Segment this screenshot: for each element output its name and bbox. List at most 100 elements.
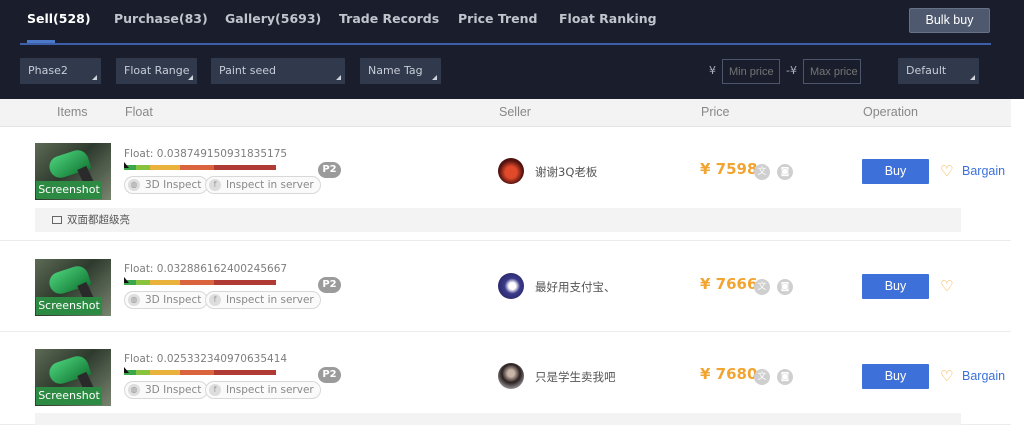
exchange-icon[interactable]: 文 [754, 164, 770, 180]
screenshot-badge[interactable]: Screenshot [36, 297, 102, 315]
table-header: Items Float Seller Price Operation [0, 99, 1011, 127]
top-navigation: Sell(528) Purchase(83) Gallery(5693) Tra… [0, 0, 1024, 45]
item-thumbnail[interactable]: Screenshot [35, 259, 111, 316]
price: ¥ 7598 [700, 160, 758, 178]
table-row: Screenshot Float: 0.032886162400245667 ◍… [0, 242, 1011, 332]
nav-divider [20, 43, 991, 45]
server-icon: f [209, 294, 221, 306]
3d-inspect-button[interactable]: ◍ 3D Inspect [124, 291, 209, 309]
avatar[interactable] [498, 158, 524, 184]
float-marker-icon [124, 367, 129, 373]
float-range-label: Float Range [124, 64, 190, 77]
bulk-buy-button[interactable]: Bulk buy [909, 8, 990, 33]
phase-badge: P2 [318, 162, 341, 178]
dropdown-caret-icon [188, 75, 193, 80]
3d-inspect-button[interactable]: ◍ 3D Inspect [124, 176, 209, 194]
max-price-currency: -¥ [786, 64, 797, 77]
phase-dropdown-value: Phase2 [28, 64, 68, 77]
buy-button[interactable]: Buy [862, 274, 929, 299]
phase-badge: P2 [318, 277, 341, 293]
avatar[interactable] [498, 363, 524, 389]
server-icon: f [209, 179, 221, 191]
float-bar [124, 280, 276, 285]
sort-value: Default [906, 64, 947, 77]
3d-inspect-label: 3D Inspect [145, 294, 202, 306]
price: ¥ 7666 [700, 275, 758, 293]
max-price-input[interactable] [803, 59, 861, 84]
3d-inspect-button[interactable]: ◍ 3D Inspect [124, 381, 209, 399]
item-thumbnail[interactable]: Screenshot [35, 349, 111, 406]
camera-icon[interactable]: ◙ [777, 164, 793, 180]
server-icon: f [209, 384, 221, 396]
bargain-link[interactable]: Bargain [962, 369, 1005, 383]
tab-purchase[interactable]: Purchase(83) [114, 11, 208, 26]
dropdown-caret-icon [336, 75, 341, 80]
camera-icon[interactable]: ◙ [777, 369, 793, 385]
cube-icon: ◍ [128, 179, 140, 191]
seller-name[interactable]: 谢谢3Q老板 [535, 164, 597, 180]
name-tag-label: Name Tag [368, 64, 423, 77]
dropdown-caret-icon [432, 75, 437, 80]
exchange-icon[interactable]: 文 [754, 369, 770, 385]
float-value: Float: 0.038749150931835175 [124, 148, 288, 160]
column-float: Float [125, 105, 153, 119]
cube-icon: ◍ [128, 294, 140, 306]
phase-dropdown[interactable]: Phase2 [20, 58, 101, 84]
name-tag-dropdown[interactable]: Name Tag [360, 58, 441, 84]
favorite-icon[interactable]: ♡ [940, 164, 953, 179]
float-value: Float: 0.025332340970635414 [124, 353, 288, 365]
listings-panel: Items Float Seller Price Operation Scree… [0, 99, 1024, 425]
tab-price-trend[interactable]: Price Trend [458, 11, 538, 26]
buy-button[interactable]: Buy [862, 364, 929, 389]
3d-inspect-label: 3D Inspect [145, 179, 202, 191]
column-price: Price [701, 105, 730, 119]
float-value: Float: 0.032886162400245667 [124, 263, 288, 275]
seller-note-partial [35, 413, 961, 425]
column-items: Items [57, 105, 88, 119]
tab-gallery[interactable]: Gallery(5693) [225, 11, 321, 26]
screenshot-badge[interactable]: Screenshot [36, 387, 102, 405]
inspect-server-button[interactable]: f Inspect in server [205, 176, 321, 194]
buy-button[interactable]: Buy [862, 159, 929, 184]
3d-inspect-label: 3D Inspect [145, 384, 202, 396]
seller-name[interactable]: 只是学生卖我吧 [535, 369, 616, 385]
table-row: Screenshot Float: 0.038749150931835175 ◍… [0, 127, 1011, 241]
avatar[interactable] [498, 273, 524, 299]
seller-note-text: 双面都超级亮 [67, 214, 130, 226]
inspect-server-button[interactable]: f Inspect in server [205, 291, 321, 309]
float-range-dropdown[interactable]: Float Range [116, 58, 197, 84]
paint-seed-label: Paint seed [219, 64, 276, 77]
min-price-currency: ¥ [709, 64, 716, 77]
screenshot-badge[interactable]: Screenshot [36, 181, 102, 199]
sort-dropdown[interactable]: Default [898, 58, 979, 84]
inspect-server-label: Inspect in server [226, 294, 314, 306]
float-marker-icon [124, 162, 129, 168]
favorite-icon[interactable]: ♡ [940, 369, 953, 384]
table-row: Screenshot Float: 0.025332340970635414 ◍… [0, 333, 1011, 425]
price: ¥ 7680 [700, 365, 758, 383]
comment-icon [52, 216, 62, 224]
float-bar [124, 370, 276, 375]
inspect-server-label: Inspect in server [226, 384, 314, 396]
min-price-input[interactable] [722, 59, 780, 84]
column-seller: Seller [499, 105, 531, 119]
camera-icon[interactable]: ◙ [777, 279, 793, 295]
paint-seed-dropdown[interactable]: Paint seed [211, 58, 345, 84]
tab-trade-records[interactable]: Trade Records [339, 11, 439, 26]
column-operation: Operation [863, 105, 918, 119]
seller-note: 双面都超级亮 [35, 208, 961, 232]
cube-icon: ◍ [128, 384, 140, 396]
tab-sell[interactable]: Sell(528) [27, 11, 91, 26]
tab-float-ranking[interactable]: Float Ranking [559, 11, 657, 26]
item-thumbnail[interactable]: Screenshot [35, 143, 111, 200]
dropdown-caret-icon [970, 75, 975, 80]
dropdown-caret-icon [92, 75, 97, 80]
inspect-server-label: Inspect in server [226, 179, 314, 191]
seller-name[interactable]: 最好用支付宝、 [535, 279, 616, 295]
exchange-icon[interactable]: 文 [754, 279, 770, 295]
float-bar [124, 165, 276, 170]
phase-badge: P2 [318, 367, 341, 383]
bargain-link[interactable]: Bargain [962, 164, 1005, 178]
inspect-server-button[interactable]: f Inspect in server [205, 381, 321, 399]
favorite-icon[interactable]: ♡ [940, 279, 953, 294]
